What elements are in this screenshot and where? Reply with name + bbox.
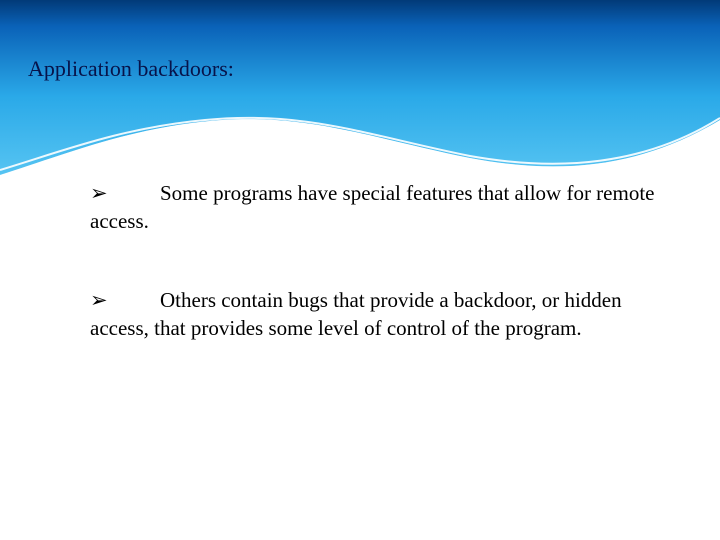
slide-title: Application backdoors:: [28, 56, 234, 82]
chevron-right-icon: ➢: [90, 181, 108, 208]
bullet-text: Others contain bugs that provide a backd…: [90, 288, 622, 340]
slide-content: ➢Some programs have special features tha…: [90, 180, 660, 394]
header-wave-bg: [0, 0, 720, 180]
chevron-right-icon: ➢: [90, 288, 108, 315]
bullet-item: ➢Others contain bugs that provide a back…: [90, 287, 660, 342]
bullet-item: ➢Some programs have special features tha…: [90, 180, 660, 235]
bullet-text: Some programs have special features that…: [90, 181, 654, 233]
slide: Application backdoors: ➢Some programs ha…: [0, 0, 720, 540]
